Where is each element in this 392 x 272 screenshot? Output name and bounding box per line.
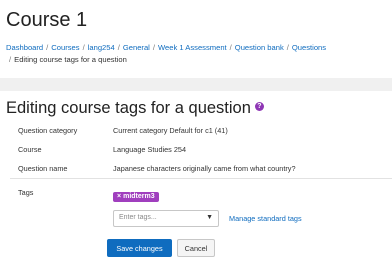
- field-label: Course: [18, 145, 42, 154]
- breadcrumb-week1-assessment[interactable]: Week 1 Assessment: [158, 43, 227, 52]
- breadcrumb-general[interactable]: General: [123, 43, 150, 52]
- main-content: Editing course tags for a question? Ques…: [0, 91, 392, 272]
- breadcrumb-separator: /: [82, 43, 85, 52]
- breadcrumb-lang254[interactable]: lang254: [88, 43, 115, 52]
- tag-chip-label: midterm3: [123, 193, 155, 200]
- field-label: Question category: [18, 126, 78, 135]
- breadcrumb-separator: /: [9, 55, 12, 64]
- field-value: Japanese characters originally came from…: [113, 164, 296, 173]
- page-title-text: Editing course tags for a question: [6, 99, 251, 117]
- breadcrumb-current: Editing course tags for a question: [14, 55, 127, 64]
- breadcrumb-separator: /: [286, 43, 289, 52]
- tags-label: Tags: [18, 188, 34, 197]
- breadcrumb-dashboard[interactable]: Dashboard: [6, 43, 43, 52]
- tags-input-placeholder: Enter tags...: [119, 214, 157, 221]
- breadcrumb-questions[interactable]: Questions: [292, 43, 326, 52]
- breadcrumb-question-bank[interactable]: Question bank: [235, 43, 284, 52]
- field-value: Current category Default for c1 (41): [113, 126, 228, 135]
- tags-input[interactable]: Enter tags... ▼: [113, 210, 219, 227]
- breadcrumb-separator: /: [152, 43, 155, 52]
- breadcrumb-separator: /: [117, 43, 120, 52]
- section-divider: [10, 178, 392, 179]
- field-value: Language Studies 254: [113, 145, 187, 154]
- field-label: Question name: [18, 164, 68, 173]
- manage-standard-tags-link[interactable]: Manage standard tags: [229, 214, 302, 223]
- page-title: Editing course tags for a question?: [6, 99, 264, 118]
- breadcrumb-separator: /: [229, 43, 232, 52]
- chevron-down-icon[interactable]: ▼: [206, 214, 213, 221]
- breadcrumb: Dashboard / Courses / lang254/General / Week 1…: [6, 42, 386, 66]
- save-button[interactable]: Save changes: [107, 239, 172, 257]
- remove-tag-icon[interactable]: ×: [117, 193, 121, 200]
- page-header: Course 1 Dashboard / Courses / lang254/Gener…: [0, 0, 392, 78]
- cancel-button[interactable]: Cancel: [177, 239, 215, 257]
- tag-chip[interactable]: × midterm3: [113, 192, 159, 202]
- breadcrumb-courses[interactable]: Courses: [51, 43, 79, 52]
- course-title: Course 1: [6, 9, 88, 31]
- help-icon[interactable]: ?: [254, 102, 264, 112]
